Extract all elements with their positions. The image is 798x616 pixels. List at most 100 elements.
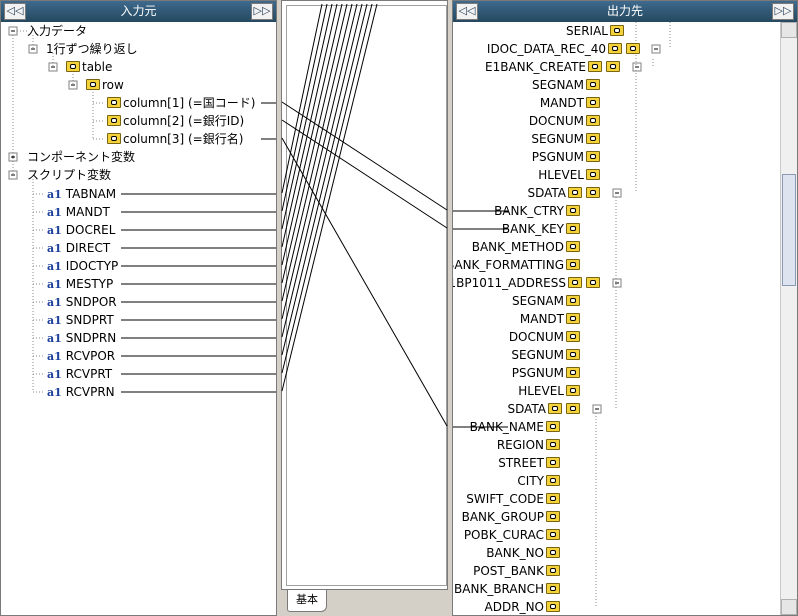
- script-variable-item[interactable]: a1 MESTYP: [47, 275, 113, 293]
- target-tree-item[interactable]: SEGNAM: [512, 292, 582, 310]
- target-tree-item[interactable]: E1BANK_CREATE: [485, 58, 622, 76]
- script-variable-label: RCVPRT: [65, 367, 113, 381]
- target-tree-item[interactable]: ADDR_NO: [485, 598, 562, 615]
- node-icon: [586, 277, 600, 288]
- target-tree-item[interactable]: DOCNUM: [509, 328, 582, 346]
- variable-icon: a1: [47, 296, 62, 309]
- script-variable-item[interactable]: a1 RCVPOR: [47, 347, 115, 365]
- tab-basic[interactable]: 基本: [287, 590, 327, 612]
- mapping-canvas[interactable]: [281, 0, 448, 590]
- target-tree-item[interactable]: POBK_CURAC: [464, 526, 562, 544]
- script-variable-item[interactable]: a1 SNDPOR: [47, 293, 117, 311]
- target-tree-item[interactable]: HLEVEL: [538, 166, 602, 184]
- target-panel: ◁◁ 出力先 ▷▷ SERIAL IDOC_DATA_REC_40 E1BANK_C…: [452, 0, 798, 616]
- target-tree-item[interactable]: MANDT: [540, 94, 602, 112]
- target-tree-item[interactable]: STREET: [498, 454, 562, 472]
- target-tree-label: MANDT: [519, 312, 564, 326]
- target-tree-item[interactable]: CITY: [517, 472, 562, 490]
- target-tree-item[interactable]: SDATA: [507, 400, 582, 418]
- source-tree-item[interactable]: コンポーネント変数: [27, 148, 135, 166]
- target-tree-item[interactable]: BANK_CTRY: [494, 202, 582, 220]
- script-variable-item[interactable]: a1 RCVPRT: [47, 365, 112, 383]
- node-icon: [586, 169, 600, 180]
- target-tree-label: BANK_NO: [486, 546, 544, 560]
- source-tree-item[interactable]: row: [84, 76, 124, 94]
- target-tree-item[interactable]: DOCNUM: [529, 112, 602, 130]
- target-tree-item[interactable]: SEGNUM: [531, 130, 602, 148]
- source-tree-item[interactable]: column[3] (=銀行名): [105, 130, 243, 148]
- scroll-thumb[interactable]: [782, 174, 796, 286]
- target-tree-item[interactable]: POST_BANK: [473, 562, 562, 580]
- node-icon: [586, 97, 600, 108]
- script-variable-item[interactable]: a1 RCVPRN: [47, 383, 115, 401]
- target-tree-item[interactable]: BANK_FORMATTING: [453, 256, 582, 274]
- script-variable-item[interactable]: a1 SNDPRN: [47, 329, 116, 347]
- script-variable-item[interactable]: a1 DIRECT: [47, 239, 110, 257]
- target-scrollbar[interactable]: [780, 22, 797, 615]
- target-tree-label: BANK_NAME: [469, 420, 544, 434]
- target-tree-item[interactable]: SDATA: [527, 184, 602, 202]
- script-variable-item[interactable]: a1 IDOCTYP: [47, 257, 118, 275]
- target-tree-label: BANK_BRANCH: [454, 582, 544, 596]
- target-tree-item[interactable]: PSGNUM: [512, 364, 582, 382]
- group-node-icon: [588, 61, 602, 72]
- script-variable-item[interactable]: a1 SNDPRT: [47, 311, 114, 329]
- node-icon: [566, 259, 580, 270]
- script-variable-label: DOCREL: [65, 223, 116, 237]
- node-icon: [606, 61, 620, 72]
- source-tree-label: 1行ずつ繰り返し: [46, 42, 138, 56]
- source-tree-item[interactable]: column[1] (=国コード): [105, 94, 255, 112]
- target-tree-item[interactable]: BANK_BRANCH: [454, 580, 562, 598]
- source-tree-label: コンポーネント変数: [27, 150, 136, 164]
- node-icon: [546, 475, 560, 486]
- script-variable-label: TABNAM: [65, 187, 117, 201]
- group-node-icon: [548, 403, 562, 414]
- variable-icon: a1: [47, 350, 62, 363]
- script-variable-item[interactable]: a1 TABNAM: [47, 185, 116, 203]
- scroll-up-arrow[interactable]: [781, 22, 797, 38]
- node-icon: [86, 79, 100, 90]
- variable-icon: a1: [47, 314, 62, 327]
- source-tree-label: スクリプト変数: [27, 168, 112, 182]
- script-variable-label: MANDT: [65, 205, 110, 219]
- mapping-area[interactable]: [286, 5, 447, 586]
- source-tree-label: column[3] (=銀行名): [123, 132, 244, 146]
- target-tree-label: IDOC_DATA_REC_40: [486, 42, 606, 56]
- script-variable-item[interactable]: a1 MANDT: [47, 203, 110, 221]
- target-tree-item[interactable]: BANK_GROUP: [462, 508, 562, 526]
- target-tree-label: REGION: [496, 438, 544, 452]
- script-variable-item[interactable]: a1 DOCREL: [47, 221, 115, 239]
- source-tree-item[interactable]: 1行ずつ繰り返し: [46, 40, 138, 58]
- node-icon: [566, 349, 580, 360]
- target-tree-item[interactable]: SERIAL: [566, 22, 626, 40]
- target-tree-item[interactable]: BANK_NO: [486, 544, 562, 562]
- target-tree-item[interactable]: REGION: [497, 436, 562, 454]
- scroll-down-arrow[interactable]: [781, 599, 797, 615]
- target-tree-item[interactable]: BANK_NAME: [470, 418, 562, 436]
- target-tree-item[interactable]: PSGNUM: [532, 148, 602, 166]
- target-tree-item[interactable]: BANK_KEY: [502, 220, 582, 238]
- node-icon: [546, 565, 560, 576]
- group-node-icon: [568, 277, 582, 288]
- node-icon: [546, 601, 560, 612]
- target-tree-label: SEGNUM: [511, 348, 564, 362]
- target-tree-item[interactable]: MANDT: [520, 310, 582, 328]
- target-tree-item[interactable]: IDOC_DATA_REC_40: [487, 40, 642, 58]
- target-tree-item[interactable]: SEGNUM: [511, 346, 582, 364]
- source-tree-item[interactable]: table: [64, 58, 112, 76]
- source-tree-item[interactable]: column[2] (=銀行ID): [105, 112, 244, 130]
- target-tree-item[interactable]: SWIFT_CODE: [466, 490, 562, 508]
- target-tree-item[interactable]: BANK_METHOD: [472, 238, 582, 256]
- node-icon: [566, 205, 580, 216]
- target-tree-item[interactable]: HLEVEL: [518, 382, 582, 400]
- script-variable-label: MESTYP: [65, 277, 114, 291]
- script-variable-label: SNDPRT: [65, 313, 114, 327]
- variable-icon: a1: [47, 386, 62, 399]
- target-tree-item[interactable]: E1BP1011_ADDRESS: [453, 274, 602, 292]
- source-tree-item[interactable]: スクリプト変数: [27, 166, 111, 184]
- node-icon: [586, 151, 600, 162]
- target-tree-item[interactable]: SEGNAM: [532, 76, 602, 94]
- source-tree-item[interactable]: 入力データ: [27, 22, 87, 40]
- target-tree-label: POST_BANK: [473, 564, 544, 578]
- variable-icon: a1: [47, 206, 62, 219]
